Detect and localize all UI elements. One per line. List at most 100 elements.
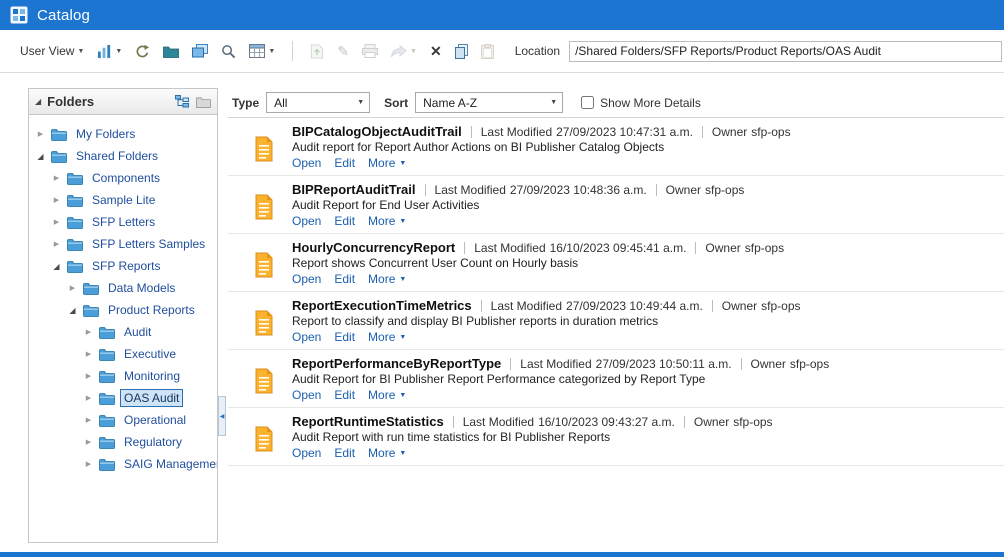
tree-twisty-icon[interactable]: ▶ bbox=[83, 416, 94, 424]
more-dropdown[interactable]: More ▼ bbox=[368, 156, 406, 170]
table-view-button[interactable]: ▼ bbox=[247, 42, 277, 60]
paste-button[interactable] bbox=[479, 42, 496, 61]
edit-button[interactable]: ✎ bbox=[335, 42, 351, 60]
edit-link[interactable]: Edit bbox=[334, 388, 355, 402]
report-last-modified-label: Last Modified bbox=[474, 240, 546, 255]
upload-button[interactable] bbox=[308, 42, 326, 61]
report-last-modified-value: 16/10/2023 09:45:41 a.m. bbox=[549, 240, 687, 255]
more-dropdown[interactable]: More ▼ bbox=[368, 272, 406, 286]
tree-twisty-icon[interactable]: ◢ bbox=[67, 306, 78, 315]
tree-item-operational[interactable]: ▶ Operational bbox=[31, 409, 215, 431]
tree-twisty-icon[interactable]: ▶ bbox=[83, 350, 94, 358]
open-link[interactable]: Open bbox=[292, 330, 321, 344]
tree-item-my-folders[interactable]: ▶ My Folders bbox=[31, 123, 215, 145]
tree-item-monitoring[interactable]: ▶ Monitoring bbox=[31, 365, 215, 387]
tree-item-sfp-letters[interactable]: ▶ SFP Letters bbox=[31, 211, 215, 233]
tree-twisty-icon[interactable]: ▶ bbox=[83, 394, 94, 402]
body-area: ◢ Folders ▶ My Folders ◢ Shared Folders … bbox=[0, 73, 1004, 551]
tree-twisty-icon[interactable]: ▶ bbox=[83, 438, 94, 446]
delete-button[interactable]: ✕ bbox=[428, 41, 444, 62]
new-folder-button[interactable] bbox=[161, 43, 181, 60]
tree-twisty-icon[interactable]: ▶ bbox=[67, 284, 78, 292]
tree-item-oas-audit[interactable]: ▶ OAS Audit bbox=[31, 387, 215, 409]
more-dropdown[interactable]: More ▼ bbox=[368, 446, 406, 460]
edit-link[interactable]: Edit bbox=[334, 330, 355, 344]
report-row: HourlyConcurrencyReport Last Modified 16… bbox=[228, 234, 1004, 292]
edit-link[interactable]: Edit bbox=[334, 214, 355, 228]
search-button[interactable] bbox=[219, 42, 238, 61]
tree-twisty-icon[interactable]: ▶ bbox=[83, 328, 94, 336]
new-folder-icon bbox=[163, 45, 180, 58]
share-button[interactable]: ▼ bbox=[389, 43, 419, 59]
upload-icon bbox=[310, 43, 324, 59]
user-view-dropdown[interactable]: User View ▼ bbox=[18, 42, 86, 60]
report-description: Audit Report for End User Activities bbox=[292, 198, 480, 212]
more-dropdown[interactable]: More ▼ bbox=[368, 388, 406, 402]
folders-panel-actions bbox=[175, 95, 211, 108]
folder-icon bbox=[67, 260, 83, 273]
tree-twisty-icon[interactable]: ▶ bbox=[51, 174, 62, 182]
report-owner-value: sfp-ops bbox=[705, 182, 745, 197]
tree-item-product-reports[interactable]: ◢ Product Reports bbox=[31, 299, 215, 321]
print-button[interactable] bbox=[360, 42, 380, 60]
open-link[interactable]: Open bbox=[292, 272, 321, 286]
tree-twisty-icon[interactable]: ▶ bbox=[51, 218, 62, 226]
tree-item-data-models[interactable]: ▶ Data Models bbox=[31, 277, 215, 299]
report-name: BIPReportAuditTrail bbox=[292, 182, 416, 197]
report-document-icon bbox=[254, 185, 274, 228]
report-actions: Open Edit More ▼ bbox=[292, 330, 801, 344]
edit-link[interactable]: Edit bbox=[334, 446, 355, 460]
edit-link[interactable]: Edit bbox=[334, 156, 355, 170]
tree-twisty-icon[interactable]: ▶ bbox=[83, 372, 94, 380]
folders-panel: ◢ Folders ▶ My Folders ◢ Shared Folders … bbox=[28, 88, 218, 543]
tree-twisty-icon[interactable]: ◢ bbox=[51, 262, 62, 271]
tree-item-components[interactable]: ▶ Components bbox=[31, 167, 215, 189]
more-dropdown[interactable]: More ▼ bbox=[368, 330, 406, 344]
report-last-modified-label: Last Modified bbox=[490, 298, 563, 313]
report-owner-label: Owner bbox=[693, 414, 730, 429]
location-input[interactable] bbox=[569, 40, 1002, 62]
tree-item-regulatory[interactable]: ▶ Regulatory bbox=[31, 431, 215, 453]
tree-twisty-icon[interactable]: ▶ bbox=[51, 240, 62, 248]
meta-separator bbox=[464, 241, 466, 254]
folder-action-icon[interactable] bbox=[196, 96, 211, 108]
tree-twisty-icon[interactable]: ▶ bbox=[35, 130, 46, 138]
folders-panel-header: ◢ Folders bbox=[29, 89, 217, 115]
show-more-details-checkbox[interactable] bbox=[581, 96, 595, 109]
collapse-tree-icon[interactable] bbox=[175, 95, 189, 108]
tree-twisty-icon[interactable]: ▶ bbox=[51, 196, 62, 204]
bottom-bar bbox=[0, 552, 1004, 557]
report-row: ReportPerformanceByReportType Last Modif… bbox=[228, 350, 1004, 408]
refresh-button[interactable] bbox=[133, 42, 152, 61]
location-label: Location bbox=[514, 44, 561, 58]
tree-item-audit[interactable]: ▶ Audit bbox=[31, 321, 215, 343]
tree-item-sfp-letters-samples[interactable]: ▶ SFP Letters Samples bbox=[31, 233, 215, 255]
folder-tree: ▶ My Folders ◢ Shared Folders ▶ Componen… bbox=[29, 115, 217, 542]
type-filter-select[interactable]: All ▼ bbox=[266, 92, 371, 113]
tree-twisty-icon[interactable]: ▶ bbox=[83, 460, 94, 468]
tree-item-sfp-reports[interactable]: ◢ SFP Reports bbox=[31, 255, 215, 277]
more-dropdown[interactable]: More ▼ bbox=[368, 214, 406, 228]
tree-item-sample-lite[interactable]: ▶ Sample Lite bbox=[31, 189, 215, 211]
edit-link[interactable]: Edit bbox=[334, 272, 355, 286]
panel-disclosure-icon[interactable]: ◢ bbox=[35, 97, 41, 106]
more-link-label: More bbox=[368, 272, 396, 286]
chevron-down-icon: ▼ bbox=[399, 275, 407, 283]
report-owner-label: Owner bbox=[721, 298, 758, 313]
tree-item-shared-folders[interactable]: ◢ Shared Folders bbox=[31, 145, 215, 167]
chevron-down-icon: ▼ bbox=[399, 159, 407, 167]
tree-item-saig-management[interactable]: ▶ SAIG Management bbox=[31, 453, 217, 475]
chart-view-button[interactable]: ▼ bbox=[95, 42, 124, 61]
tree-item-executive[interactable]: ▶ Executive bbox=[31, 343, 215, 365]
open-link[interactable]: Open bbox=[292, 156, 321, 170]
tree-twisty-icon[interactable]: ◢ bbox=[35, 152, 46, 161]
panel-splitter[interactable]: ◀ bbox=[218, 88, 228, 551]
open-link[interactable]: Open bbox=[292, 214, 321, 228]
open-link[interactable]: Open bbox=[292, 388, 321, 402]
sort-filter-label: Sort bbox=[384, 95, 409, 110]
copy-folder-button[interactable] bbox=[190, 42, 210, 60]
open-link[interactable]: Open bbox=[292, 446, 321, 460]
copy-button[interactable] bbox=[453, 42, 470, 61]
splitter-collapse-handle[interactable]: ◀ bbox=[218, 396, 226, 436]
sort-filter-select[interactable]: Name A-Z ▼ bbox=[415, 92, 564, 113]
